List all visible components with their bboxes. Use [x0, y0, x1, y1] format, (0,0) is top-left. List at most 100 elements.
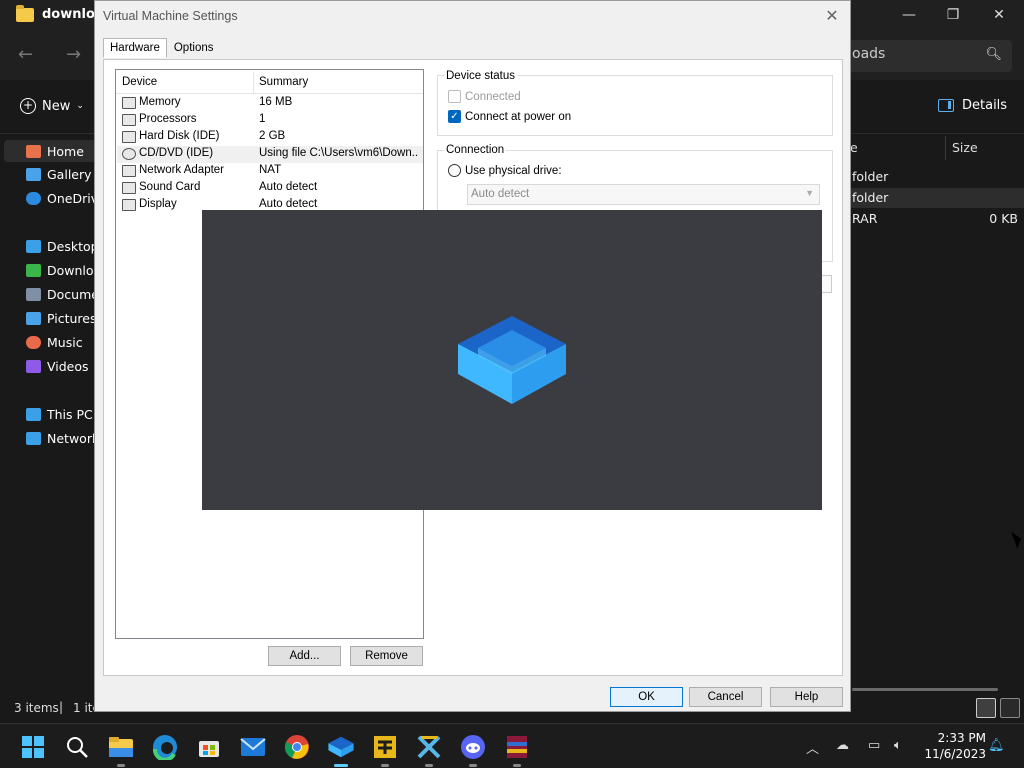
file-row[interactable]: folder	[850, 188, 1024, 208]
search-icon: 🔍︎	[985, 47, 1002, 62]
sidebar-item-onedrive[interactable]: OneDrive	[0, 187, 95, 209]
connected-checkbox[interactable]: Connected	[448, 90, 521, 103]
clock-time: 2:33 PM	[937, 731, 986, 745]
use-physical-drive-label: Use physical drive:	[465, 164, 562, 177]
search-button[interactable]	[62, 732, 92, 762]
dialog-tabs: Hardware Options	[103, 38, 221, 58]
device-column-header[interactable]: Device	[122, 76, 157, 88]
use-physical-drive-radio[interactable]: Use physical drive:	[448, 164, 562, 177]
chevron-down-icon: ⌄	[76, 101, 84, 111]
tiles-view-icon[interactable]	[1000, 698, 1020, 718]
discord-taskbar-button[interactable]	[458, 732, 488, 767]
sidebar-item-gallery[interactable]: Gallery	[0, 163, 95, 185]
device-summary: Using file C:\Users\vm6\Down...	[259, 147, 419, 159]
sidebar-item-documents[interactable]: Documen	[0, 283, 95, 305]
sidebar-item-downloads[interactable]: Downloa	[0, 259, 95, 281]
taskbar: ︿ ☁ ▭ 🔈︎ 2:33 PM 11/6/2023 🔔︎	[0, 723, 1024, 768]
mail-taskbar-button[interactable]	[238, 732, 268, 762]
sidebar-item-network[interactable]: Network	[0, 427, 95, 449]
details-pane-icon	[938, 99, 954, 112]
vm-loading-overlay	[202, 210, 822, 510]
volume-muted-icon[interactable]: 🔈︎	[894, 738, 902, 753]
device-name: Display	[139, 198, 177, 210]
yellow-app-taskbar-button[interactable]	[370, 732, 400, 767]
device-name: Hard Disk (IDE)	[139, 130, 220, 142]
summary-column-header[interactable]: Summary	[259, 76, 308, 88]
store-taskbar-button[interactable]	[194, 732, 224, 762]
network-icon	[26, 431, 41, 445]
tab-options[interactable]: Options	[167, 38, 221, 58]
device-summary: 2 GB	[259, 130, 286, 142]
sidebar-item-music[interactable]: Music	[0, 331, 95, 353]
device-row-memory[interactable]: Memory 16 MB	[117, 95, 423, 112]
device-summary: Auto detect	[259, 198, 318, 210]
sidebar-item-home[interactable]: Home	[4, 140, 99, 162]
device-row-cd-dvd[interactable]: CD/DVD (IDE) Using file C:\Users\vm6\Dow…	[117, 146, 423, 163]
chevron-up-icon[interactable]: ︿	[806, 738, 819, 757]
memory-icon	[122, 97, 136, 109]
horizontal-scrollbar[interactable]	[852, 688, 998, 691]
back-arrow-icon[interactable]: ←	[18, 44, 33, 65]
forward-arrow-icon[interactable]: →	[66, 44, 81, 65]
file-name: folder	[852, 190, 889, 205]
new-button[interactable]: + New ⌄	[20, 98, 84, 114]
details-view-icon[interactable]	[976, 698, 996, 718]
sidebar-item-pictures[interactable]: Pictures	[0, 307, 95, 329]
device-name: Sound Card	[139, 181, 201, 193]
display-settings-icon[interactable]: ▭	[868, 738, 880, 753]
cloud-icon	[26, 191, 41, 205]
onedrive-cloud-icon[interactable]: ☁	[836, 738, 849, 753]
clock-date: 11/6/2023	[924, 747, 986, 761]
column-header-name[interactable]: e	[850, 140, 858, 155]
winrar-taskbar-button[interactable]	[502, 732, 532, 767]
column-separator[interactable]	[945, 136, 946, 160]
device-list-header: Device Summary	[116, 70, 423, 94]
device-row-sound-card[interactable]: Sound Card Auto detect	[117, 180, 423, 197]
search-input[interactable]: oads 🔍︎	[842, 40, 1012, 72]
device-row-hard-disk[interactable]: Hard Disk (IDE) 2 GB	[117, 129, 423, 146]
system-clock[interactable]: 2:33 PM 11/6/2023	[922, 730, 986, 762]
sidebar-item-desktop[interactable]: Desktop	[0, 235, 95, 257]
device-row-network-adapter[interactable]: Network Adapter NAT	[117, 163, 423, 180]
device-status-label: Device status	[444, 70, 518, 82]
maximize-icon[interactable]: ❐	[930, 4, 976, 26]
minimize-icon[interactable]: —	[886, 4, 932, 26]
sidebar-item-videos[interactable]: Videos	[0, 355, 95, 377]
file-size: 0 KB	[989, 211, 1018, 226]
checkbox-icon	[448, 90, 461, 103]
tab-hardware[interactable]: Hardware	[103, 38, 167, 58]
cancel-button[interactable]: Cancel	[689, 687, 762, 707]
column-header-size[interactable]: Size	[952, 140, 978, 155]
edge-taskbar-button[interactable]	[150, 732, 180, 762]
remove-device-button[interactable]: Remove	[350, 646, 423, 666]
physical-drive-select[interactable]: Auto detect ▼	[467, 184, 820, 205]
dialog-title: Virtual Machine Settings	[103, 9, 238, 23]
close-icon[interactable]: ✕	[822, 6, 842, 26]
chevron-down-icon: ▼	[805, 188, 814, 198]
sidebar-item-this-pc[interactable]: This PC	[0, 403, 95, 425]
device-row-processors[interactable]: Processors 1	[117, 112, 423, 129]
column-separator[interactable]	[253, 72, 254, 94]
close-icon[interactable]: ✕	[976, 4, 1022, 26]
start-button[interactable]	[18, 732, 48, 762]
connect-at-power-on-checkbox[interactable]: ✓ Connect at power on	[448, 110, 571, 123]
file-row[interactable]: RAR 0 KB	[850, 209, 1024, 229]
file-explorer-taskbar-button[interactable]	[106, 732, 136, 767]
vmware-taskbar-button[interactable]	[326, 732, 356, 767]
chrome-browser-icon	[284, 735, 309, 759]
add-device-button[interactable]: Add...	[268, 646, 341, 666]
help-button[interactable]: Help	[770, 687, 843, 707]
device-name: Network Adapter	[139, 164, 225, 176]
file-row[interactable]: folder	[850, 167, 1024, 187]
details-button[interactable]: Details	[938, 98, 1007, 113]
music-icon	[26, 335, 41, 349]
xshell-taskbar-button[interactable]	[414, 732, 444, 767]
windows-logo-icon	[22, 736, 44, 758]
ok-button[interactable]: OK	[610, 687, 683, 707]
search-text: oads	[852, 46, 886, 62]
chrome-taskbar-button[interactable]	[282, 732, 312, 762]
notification-bell-icon[interactable]: 🔔︎	[988, 738, 1005, 753]
physical-drive-value: Auto detect	[471, 188, 530, 200]
device-summary: Auto detect	[259, 181, 318, 193]
download-icon	[26, 263, 41, 277]
